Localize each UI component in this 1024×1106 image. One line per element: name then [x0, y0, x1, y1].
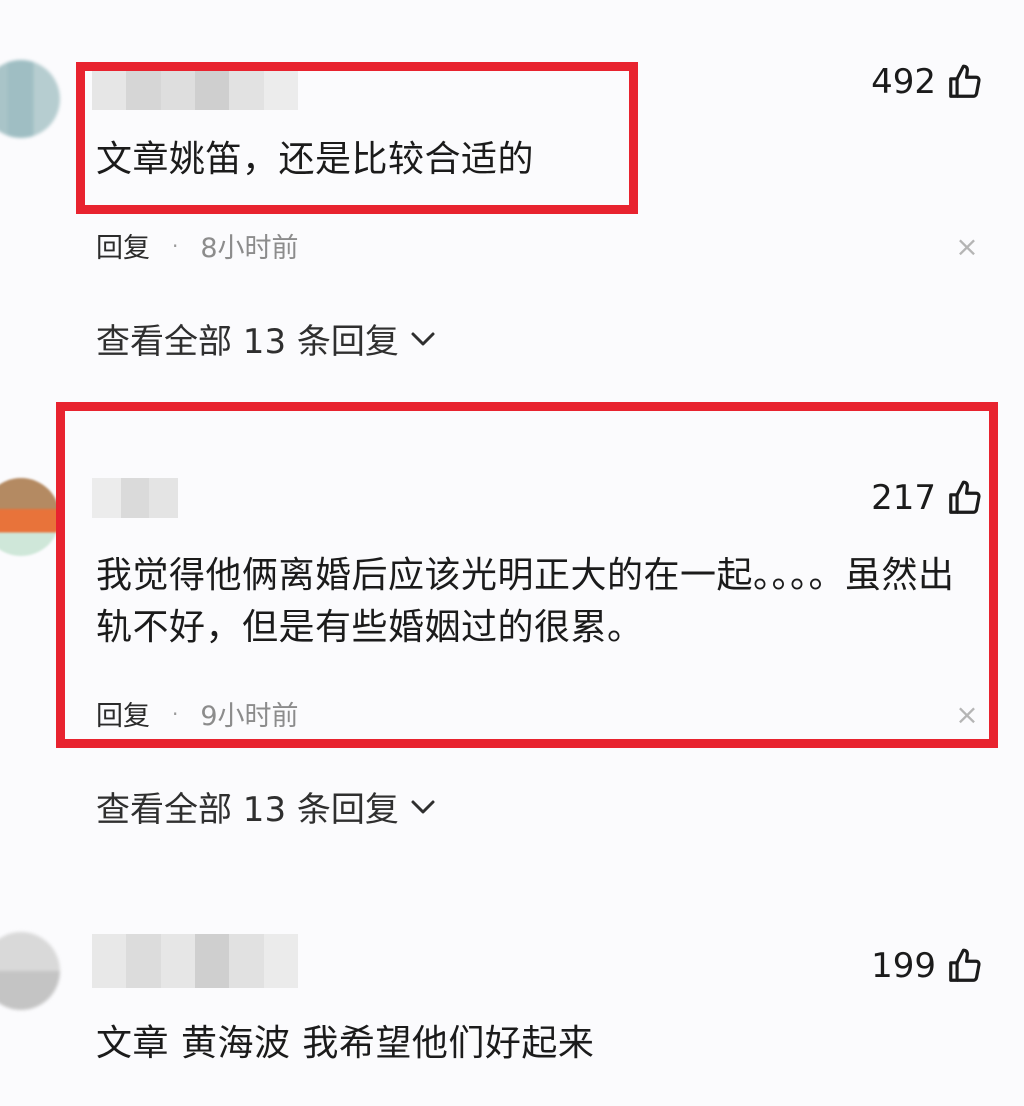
- timestamp: 8小时前: [200, 233, 299, 264]
- highlight-box: [56, 402, 998, 748]
- comment-list: 文章姚笛，还是比较合适的 492 回复 · 8小时前 × 查看全部 13 条回复…: [0, 0, 1024, 1106]
- thumbs-up-icon[interactable]: [946, 63, 984, 101]
- username-pixelated: [92, 934, 298, 988]
- highlight-box: [76, 62, 638, 214]
- view-all-replies-label: 查看全部 13 条回复: [96, 790, 399, 830]
- comment-text: 文章 黄海波 我希望他们好起来: [96, 1023, 595, 1064]
- meta-separator: ·: [172, 233, 179, 258]
- like-button[interactable]: 492: [871, 62, 984, 102]
- like-count: 492: [871, 62, 936, 102]
- chevron-down-icon: [411, 800, 435, 813]
- like-button[interactable]: 199: [871, 946, 984, 986]
- view-all-replies-button[interactable]: 查看全部 13 条回复: [96, 314, 437, 363]
- chevron-down-icon: [411, 332, 435, 345]
- like-count: 199: [871, 946, 936, 986]
- comment-meta: 回复 · 8小时前: [96, 226, 299, 265]
- avatar[interactable]: [0, 60, 60, 138]
- close-icon[interactable]: ×: [954, 233, 980, 261]
- view-all-replies-button[interactable]: 查看全部 13 条回复: [96, 782, 437, 831]
- avatar[interactable]: [0, 932, 60, 1010]
- view-all-replies-label: 查看全部 13 条回复: [96, 322, 399, 362]
- thumbs-up-icon[interactable]: [946, 947, 984, 985]
- reply-button[interactable]: 回复: [96, 226, 150, 265]
- avatar[interactable]: [0, 478, 60, 556]
